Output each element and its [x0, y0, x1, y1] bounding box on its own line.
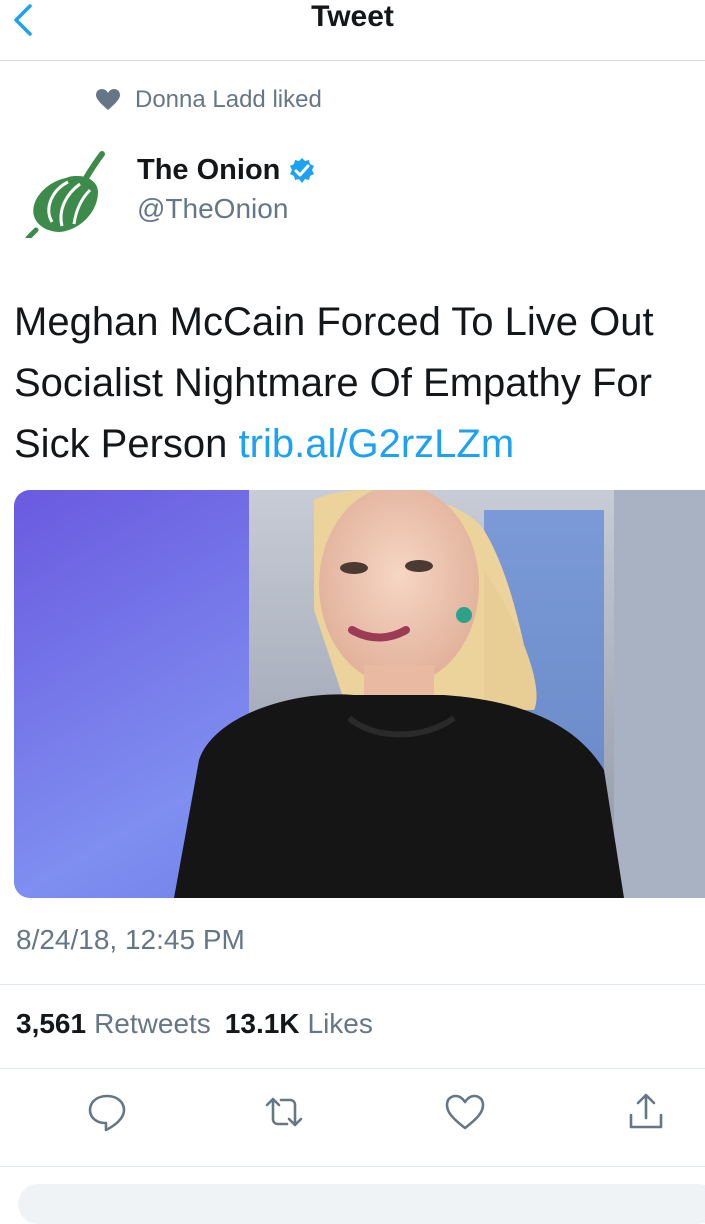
divider	[0, 984, 705, 985]
social-context-label: Donna Ladd liked	[135, 86, 322, 113]
social-context: Donna Ladd liked	[95, 84, 322, 116]
page-title: Tweet	[311, 0, 394, 33]
retweet-label[interactable]: Retweets	[94, 1008, 211, 1040]
tweet-timestamp: 8/24/18, 12:45 PM	[16, 924, 245, 955]
tweet-text: Meghan McCain Forced To Live Out Sociali…	[14, 292, 694, 475]
nav-bar: Tweet	[0, 0, 705, 61]
author-handle[interactable]: @TheOnion	[137, 193, 288, 225]
retweet-icon[interactable]	[263, 1091, 305, 1133]
reply-input[interactable]	[18, 1184, 705, 1224]
like-count[interactable]: 13.1K	[225, 1008, 300, 1040]
heart-icon	[96, 89, 120, 110]
author-name-label: The Onion	[137, 154, 281, 186]
like-icon[interactable]	[444, 1091, 486, 1133]
onion-logo-icon[interactable]	[22, 148, 112, 238]
tweet-media-image[interactable]	[14, 490, 705, 898]
divider	[0, 1068, 705, 1069]
retweet-count[interactable]: 3,561	[16, 1008, 86, 1040]
reply-icon[interactable]	[86, 1091, 128, 1133]
tweet-stats: 3,561 Retweets 13.1K Likes	[16, 1008, 373, 1040]
verified-badge-icon	[290, 157, 315, 183]
author-name[interactable]: The Onion	[137, 154, 316, 187]
tweet-link[interactable]: trib.al/G2rzLZm	[239, 422, 515, 466]
share-icon[interactable]	[625, 1091, 667, 1133]
like-label[interactable]: Likes	[308, 1008, 373, 1040]
divider	[0, 1166, 705, 1167]
